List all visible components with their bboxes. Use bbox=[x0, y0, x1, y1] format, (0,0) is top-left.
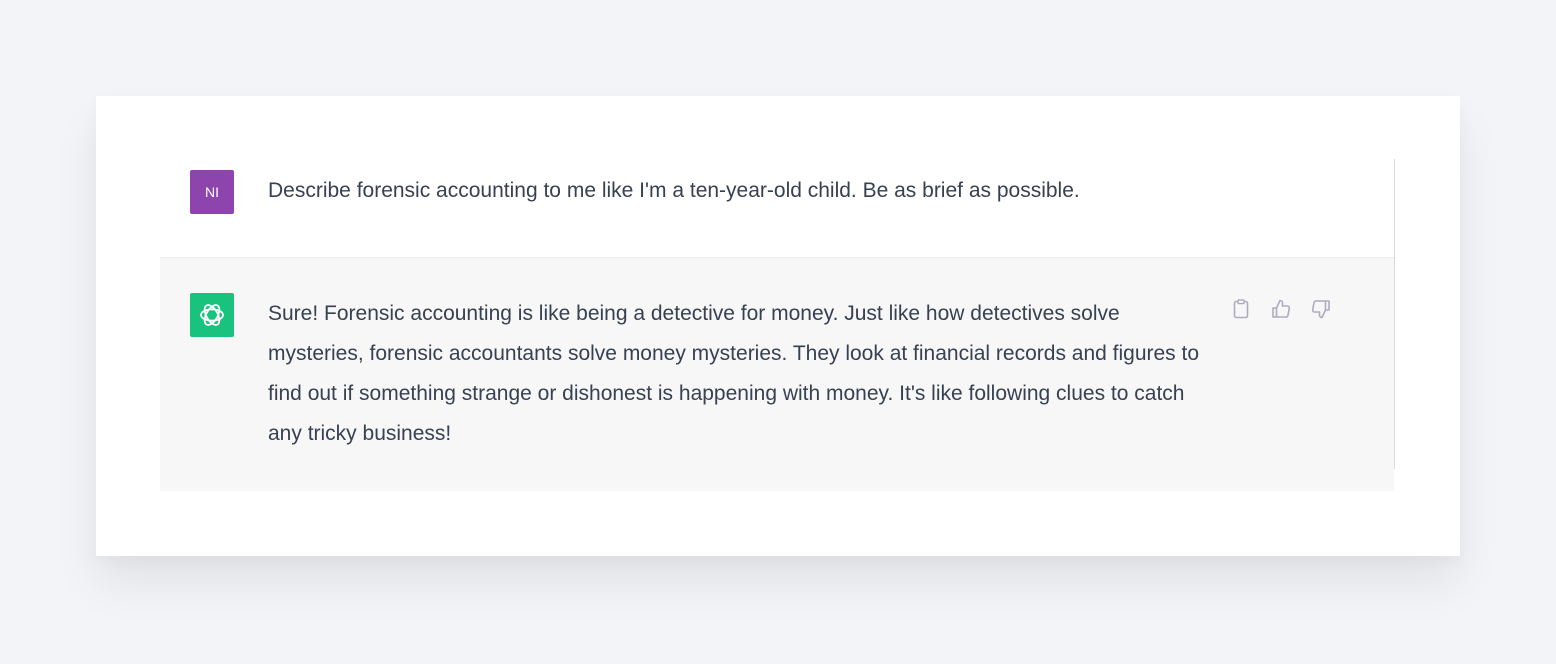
user-avatar: NI bbox=[190, 170, 234, 214]
user-message: NI Describe forensic accounting to me li… bbox=[160, 159, 1394, 258]
conversation-thread: NI Describe forensic accounting to me li… bbox=[160, 159, 1394, 491]
user-message-text: Describe forensic accounting to me like … bbox=[268, 179, 1080, 202]
message-actions bbox=[1230, 298, 1332, 320]
thumbs-up-icon bbox=[1272, 299, 1291, 318]
thumbs-up-button[interactable] bbox=[1270, 298, 1292, 320]
thumbs-down-icon bbox=[1311, 300, 1330, 319]
chat-card: NI Describe forensic accounting to me li… bbox=[96, 96, 1460, 556]
copy-icon bbox=[1233, 299, 1249, 319]
thumbs-down-button[interactable] bbox=[1310, 298, 1332, 320]
assistant-message-text: Sure! Forensic accounting is like being … bbox=[268, 302, 1200, 445]
assistant-message: Sure! Forensic accounting is like being … bbox=[160, 258, 1394, 491]
copy-button[interactable] bbox=[1230, 298, 1252, 320]
scrollbar-track[interactable] bbox=[1394, 159, 1395, 469]
openai-logo-icon bbox=[200, 304, 224, 326]
assistant-avatar bbox=[190, 293, 234, 337]
